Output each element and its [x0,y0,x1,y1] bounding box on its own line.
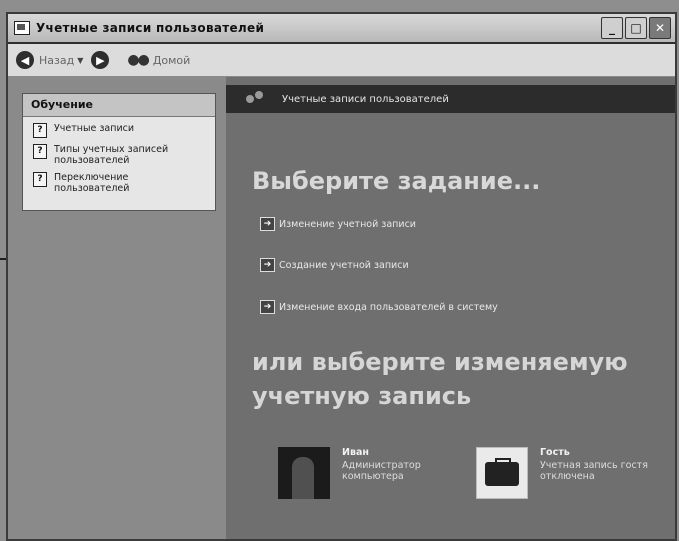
home-users-icon[interactable]: ●● [127,52,149,68]
arrow-right-icon: ➔ [260,300,275,314]
learn-item-account-types[interactable]: ? Типы учетных записей пользователей [33,144,215,166]
learn-item-accounts[interactable]: ? Учетные записи [33,123,215,138]
window-title: Учетные записи пользователей [36,21,265,35]
task-change-account[interactable]: ➔ Изменение учетной записи [260,217,416,231]
close-button[interactable]: ✕ [649,17,671,39]
account-name: Иван [342,447,369,458]
pick-task-heading: Выберите задание... [252,167,541,195]
minimize-icon: _ [609,21,615,35]
task-change-logon[interactable]: ➔ Изменение входа пользователей в систем… [260,300,498,314]
learn-item-label: Учетные записи [54,123,135,134]
window-controls: _ □ ✕ [601,17,671,39]
back-dropdown-icon[interactable]: ▼ [77,56,83,65]
title-bar[interactable]: Учетные записи пользователей _ □ ✕ [8,14,675,44]
maximize-icon: □ [630,21,642,35]
back-arrow-icon[interactable]: ◀ [16,51,34,69]
minimize-button[interactable]: _ [601,17,623,39]
learn-panel: Обучение ? Учетные записи ? Типы учетных… [22,93,216,211]
task-create-account[interactable]: ➔ Создание учетной записи [260,258,409,272]
learn-item-label: Переключение пользователей [54,172,130,194]
account-info: Гость Учетная запись гостя отключена [540,447,650,499]
learn-panel-title: Обучение [23,94,215,117]
account-info: Иван Администратор компьютера [342,447,452,499]
account-guest[interactable]: Гость Учетная запись гостя отключена [476,447,650,499]
user-accounts-window: Учетные записи пользователей _ □ ✕ ◀ Наз… [6,12,677,541]
header-band: Учетные записи пользователей [226,85,675,113]
header-title: Учетные записи пользователей [282,93,449,105]
content-area: Обучение ? Учетные записи ? Типы учетных… [8,77,675,539]
task-label: Создание учетной записи [279,259,409,271]
home-button-label[interactable]: Домой [153,54,191,67]
account-ivan[interactable]: Иван Администратор компьютера [278,447,452,499]
forward-arrow-icon[interactable]: ▶ [91,51,110,69]
close-icon: ✕ [654,21,666,35]
account-status: Учетная запись гостя отключена [540,460,648,482]
maximize-button[interactable]: □ [625,17,647,39]
avatar [278,447,330,499]
help-icon: ? [33,172,47,187]
user-accounts-icon [244,89,266,109]
account-name: Гость [540,447,570,458]
task-label: Изменение учетной записи [279,218,416,230]
help-icon: ? [33,144,47,159]
task-label: Изменение входа пользователей в систему [279,301,498,313]
main-panel: Учетные записи пользователей Выберите за… [226,77,675,539]
navigation-toolbar: ◀ Назад ▼ ▶ ●● Домой [8,44,675,77]
learn-item-switch-users[interactable]: ? Переключение пользователей [33,172,215,194]
briefcase-avatar-icon [476,447,528,499]
window-icon [14,21,30,35]
learn-item-label: Типы учетных записей пользователей [54,144,169,166]
arrow-right-icon: ➔ [260,258,275,272]
help-icon: ? [33,123,47,138]
sidebar: Обучение ? Учетные записи ? Типы учетных… [8,77,226,539]
arrow-right-icon: ➔ [260,217,275,231]
account-type: Администратор компьютера [342,460,421,482]
pick-account-heading: или выберите изменяемую учетную запись [252,348,628,410]
back-button-label[interactable]: Назад [39,54,74,67]
